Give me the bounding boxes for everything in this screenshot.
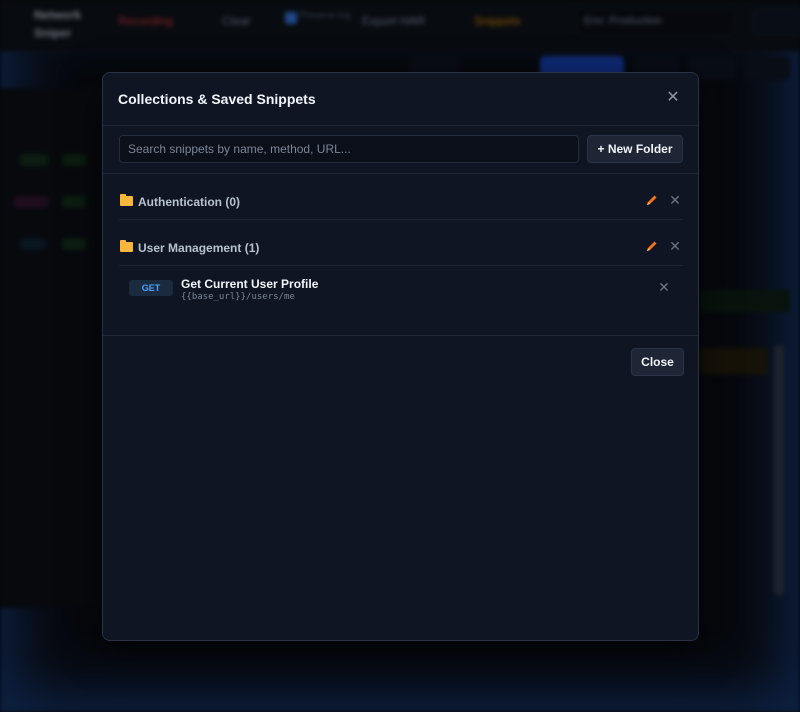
footer-divider	[103, 335, 698, 336]
modal-header: Collections & Saved Snippets ✕	[103, 73, 698, 126]
new-folder-label: + New Folder	[597, 142, 673, 156]
close-button[interactable]: Close	[631, 348, 684, 376]
method-badge: GET	[129, 280, 173, 296]
folder-row-user-management[interactable]: User Management (1) ✕	[119, 220, 683, 266]
folder-label: User Management (1)	[138, 241, 260, 255]
search-input[interactable]	[119, 135, 579, 163]
pencil-icon[interactable]	[645, 239, 659, 253]
folder-row-authentication[interactable]: Authentication (0) ✕	[119, 174, 683, 220]
snippet-item[interactable]: GET Get Current User Profile {{base_url}…	[119, 263, 683, 315]
folder-icon	[120, 194, 133, 206]
search-toolbar: + New Folder	[103, 126, 698, 174]
delete-snippet-icon[interactable]: ✕	[657, 280, 671, 294]
folder-label: Authentication (0)	[138, 195, 240, 209]
modal-title: Collections & Saved Snippets	[118, 91, 316, 107]
folder-icon	[120, 240, 133, 252]
snippet-url: {{base_url}}/users/me	[181, 292, 295, 302]
pencil-icon[interactable]	[645, 193, 659, 207]
snippet-name: Get Current User Profile	[181, 277, 319, 291]
collections-modal: Collections & Saved Snippets ✕ + New Fol…	[102, 72, 699, 641]
close-icon[interactable]: ✕	[665, 90, 681, 106]
delete-folder-icon[interactable]: ✕	[668, 239, 682, 253]
new-folder-button[interactable]: + New Folder	[587, 135, 683, 163]
delete-folder-icon[interactable]: ✕	[668, 193, 682, 207]
